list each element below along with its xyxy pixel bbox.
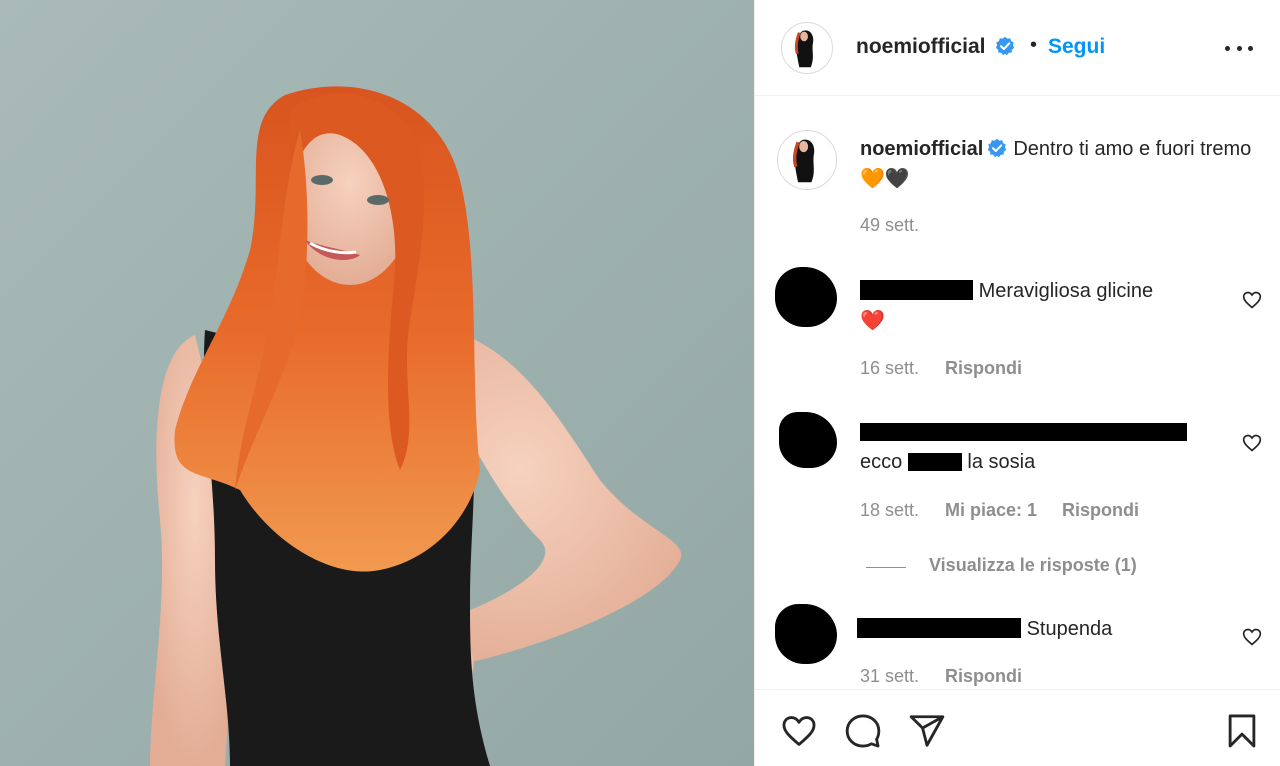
comment-prefix: ecco	[860, 451, 903, 473]
comment-emoji: ❤️	[860, 310, 885, 332]
redacted-username	[857, 618, 1021, 638]
comment-text: ecco la sosia	[860, 417, 1220, 477]
commenter-avatar-redacted[interactable]	[775, 604, 837, 664]
follow-button[interactable]: Segui	[1048, 35, 1105, 59]
comment-timestamp[interactable]: 31 sett.	[860, 666, 919, 687]
comment-body: la sosia	[967, 451, 1036, 473]
post-caption: noemiofficial Dentro ti amo e fuori trem…	[860, 134, 1260, 194]
comment-text: Stupenda	[857, 614, 1237, 644]
profile-picture	[793, 139, 815, 183]
comment-text: Meravigliosa glicine ❤️	[860, 276, 1220, 336]
replies-divider	[866, 567, 906, 568]
comment-timestamp[interactable]: 16 sett.	[860, 358, 919, 379]
redacted-mention	[907, 453, 962, 471]
post-sidebar: noemiofficial • Segui noemiofficial Dent	[754, 0, 1280, 766]
caption-emoji: 🧡🖤	[860, 168, 910, 190]
commenter-avatar-redacted[interactable]	[779, 412, 837, 468]
redacted-username	[860, 423, 1187, 441]
separator-dot: •	[1030, 34, 1038, 56]
reply-button[interactable]: Rispondi	[945, 358, 1022, 379]
commenter-avatar-redacted[interactable]	[775, 267, 837, 327]
reply-button[interactable]: Rispondi	[945, 666, 1022, 687]
verified-badge-icon	[988, 138, 1007, 158]
paper-plane-icon[interactable]	[908, 712, 946, 750]
view-replies-button[interactable]: Visualizza le risposte (1)	[929, 555, 1137, 576]
username-text[interactable]: noemiofficial	[856, 35, 986, 58]
profile-picture	[794, 30, 814, 68]
action-bar	[755, 689, 1280, 766]
comment-body: Meravigliosa glicine	[978, 280, 1154, 302]
post-header: noemiofficial • Segui	[755, 0, 1280, 96]
caption-username[interactable]: noemiofficial	[860, 138, 983, 160]
header-username[interactable]: noemiofficial	[856, 35, 1015, 59]
comment-body: Stupenda	[1026, 618, 1113, 640]
reply-button[interactable]: Rispondi	[1062, 500, 1139, 521]
more-options-icon[interactable]	[1225, 37, 1253, 59]
caption-text: Dentro ti amo e fuori tremo	[1013, 138, 1252, 160]
heart-icon[interactable]	[1242, 433, 1262, 453]
avatar[interactable]	[781, 22, 833, 74]
post-photo[interactable]	[0, 0, 754, 766]
verified-badge-icon	[996, 36, 1015, 56]
comments-list: noemiofficial Dentro ti amo e fuori trem…	[755, 97, 1280, 689]
heart-icon[interactable]	[1242, 627, 1262, 647]
caption-timestamp[interactable]: 49 sett.	[860, 215, 919, 236]
redacted-username	[860, 280, 973, 300]
heart-icon[interactable]	[1242, 290, 1262, 310]
woman-portrait-image	[150, 86, 682, 766]
heart-icon[interactable]	[780, 712, 818, 750]
comment-likes-count[interactable]: Mi piace: 1	[945, 500, 1037, 521]
comment-icon[interactable]	[844, 712, 882, 750]
bookmark-icon[interactable]	[1223, 712, 1261, 750]
caption-avatar[interactable]	[777, 130, 837, 190]
comment-timestamp[interactable]: 18 sett.	[860, 500, 919, 521]
